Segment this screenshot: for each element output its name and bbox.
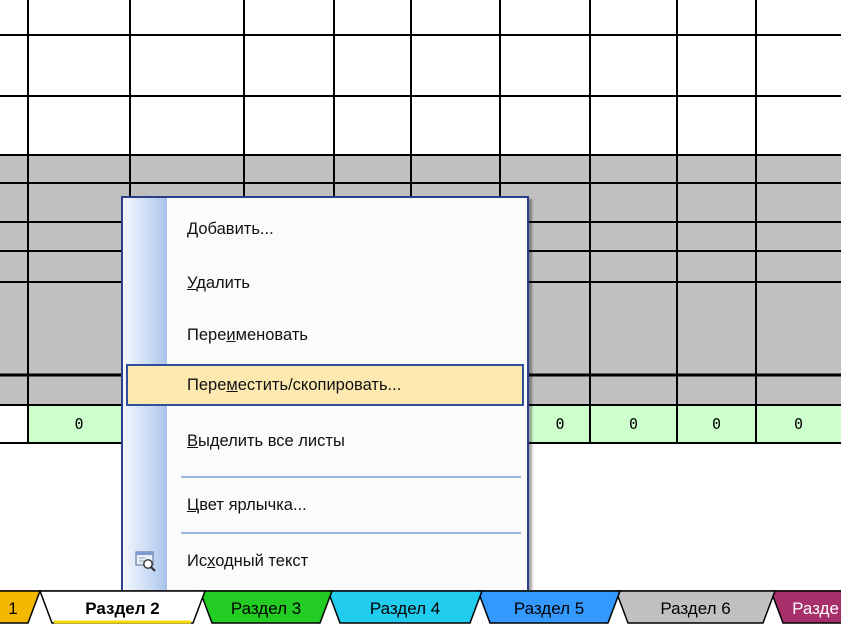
sheet-tab-5[interactable]: Раздел 5	[476, 590, 622, 624]
sheet-tab-label: Раздел 4	[370, 599, 440, 618]
menu-item-insert[interactable]: Добавить...	[123, 208, 527, 250]
sheet-tab-6[interactable]: Раздел 6	[614, 590, 777, 624]
menu-item-label: Переместить/скопировать...	[187, 376, 402, 394]
menu-item-tab-color[interactable]: Цвет ярлычка...	[123, 484, 527, 526]
sheet-tab-label: Раздел 6	[660, 599, 730, 618]
sheet-tab-bar: Разде Раздел 6 Раздел 5 Раздел 4 Раздел 3 1 Ра…	[0, 590, 841, 628]
sheet-tab-4[interactable]: Раздел 4	[326, 590, 484, 624]
menu-item-rename[interactable]: Переименовать	[123, 314, 527, 356]
menu-item-label: Цвет ярлычка...	[187, 496, 307, 514]
cell-value[interactable]: 0	[530, 406, 590, 442]
sheet-tab-label: Раздел 2	[85, 599, 159, 618]
sheet-tab-2[interactable]: Раздел 2	[38, 590, 207, 624]
menu-item-delete[interactable]: Удалить	[123, 262, 527, 304]
cell-value[interactable]: 0	[677, 406, 756, 442]
sheet-tab-7[interactable]: Разде	[769, 590, 841, 624]
menu-item-label: Переименовать	[187, 326, 308, 344]
cell-value[interactable]: 0	[756, 406, 841, 442]
menu-item-label: Выделить все листы	[187, 432, 345, 450]
cell-value[interactable]: 0	[590, 406, 677, 442]
sheet-tab-label: 1	[8, 599, 17, 618]
menu-item-label: Добавить...	[187, 220, 274, 238]
menu-separator	[181, 532, 521, 534]
sheet-tab-label: Раздел 3	[231, 599, 301, 618]
sheet-tab-3[interactable]: Раздел 3	[198, 590, 334, 624]
menu-separator	[181, 476, 521, 478]
view-code-icon	[135, 550, 157, 572]
cell-value[interactable]: 0	[28, 406, 130, 442]
sheet-tab-label: Раздел 5	[514, 599, 584, 618]
menu-item-label: Удалить	[187, 274, 251, 292]
menu-item-view-code[interactable]: Исходный текст	[123, 540, 527, 582]
menu-item-move-copy[interactable]: Переместить/скопировать...	[126, 364, 524, 406]
menu-item-label: Исходный текст	[187, 552, 309, 570]
menu-item-select-all-sheets[interactable]: Выделить все листы	[123, 420, 527, 462]
sheet-tab-label: Разде	[792, 599, 839, 618]
sheet-tab-context-menu: Добавить... Удалить Переименовать Переме…	[121, 196, 529, 593]
